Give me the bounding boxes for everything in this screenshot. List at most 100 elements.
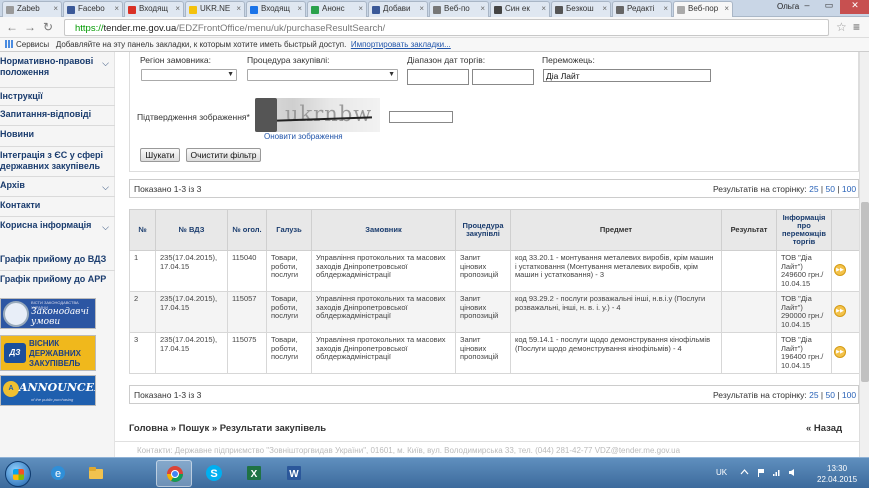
region-select[interactable]: ▼: [141, 69, 237, 81]
browser-tab[interactable]: Редакті ×: [612, 1, 672, 17]
forward-arrow-icon[interactable]: →: [24, 20, 36, 34]
taskbar-word[interactable]: W: [276, 460, 312, 487]
browser-tab[interactable]: Входящ ×: [124, 1, 184, 17]
sidebar-item[interactable]: Графік прийому до ВДЗ: [0, 254, 115, 265]
open-details-icon[interactable]: ▶▶: [834, 305, 846, 317]
browser-tab[interactable]: Facebo ×: [63, 1, 123, 17]
col-number[interactable]: №: [129, 209, 156, 251]
minimize-button[interactable]: –: [796, 0, 818, 14]
search-button[interactable]: Шукати: [140, 148, 180, 162]
clear-filter-button[interactable]: Очистити фільтр: [186, 148, 261, 162]
browser-menu-icon[interactable]: ≡: [853, 20, 860, 34]
tab-close-icon[interactable]: ×: [358, 4, 363, 13]
tab-close-icon[interactable]: ×: [236, 4, 241, 13]
date-from-input[interactable]: [407, 69, 469, 85]
flag-icon[interactable]: [756, 468, 765, 477]
tab-close-icon[interactable]: ×: [541, 4, 546, 13]
close-window-button[interactable]: ✕: [840, 0, 869, 14]
back-link[interactable]: « Назад: [806, 423, 842, 434]
system-clock[interactable]: 13:30 22.04.2015: [817, 463, 857, 485]
apps-link[interactable]: Сервисы: [16, 40, 49, 49]
captcha-input[interactable]: [389, 111, 453, 123]
tab-close-icon[interactable]: ×: [663, 4, 668, 13]
language-indicator[interactable]: UK: [716, 468, 727, 477]
tab-close-icon[interactable]: ×: [724, 4, 729, 13]
banner-visnyk[interactable]: ДЗ ВІСНИК ДЕРЖАВНИХ ЗАКУПІВЕЛЬ: [0, 335, 96, 371]
per-page-100[interactable]: 100: [842, 390, 856, 400]
taskbar-explorer[interactable]: [78, 460, 114, 487]
cell-action: ▶▶: [831, 291, 860, 333]
volume-icon[interactable]: [788, 468, 797, 477]
sidebar-item[interactable]: Запитання-відповіді: [0, 109, 115, 120]
banner-announcer[interactable]: A ANNOUNCER of the public purchasing: [0, 375, 96, 406]
url-input[interactable]: https://tender.me.gov.ua/EDZFrontOffice/…: [64, 19, 829, 36]
per-page-25[interactable]: 25: [809, 184, 818, 194]
sidebar-item[interactable]: Корисна інформація ⌵: [0, 220, 115, 232]
tray-expand-icon[interactable]: [740, 468, 749, 477]
col-subject[interactable]: Предмет: [510, 209, 722, 251]
taskbar-chrome[interactable]: [156, 460, 192, 487]
col-customer[interactable]: Замовник: [311, 209, 456, 251]
taskbar-skype[interactable]: S: [196, 460, 232, 487]
browser-tab[interactable]: UKR.NE ×: [185, 1, 245, 17]
sidebar-item[interactable]: Архів ⌵: [0, 180, 115, 192]
breadcrumb[interactable]: Головна » Пошук » Результати закупівель: [129, 423, 326, 434]
banner-vdz[interactable]: ВІСТИ ЗАКОНОДАВСТВА УКРАЇНИ Законодавчі у…: [0, 298, 96, 329]
sidebar-item[interactable]: Контакти: [0, 200, 115, 211]
col-procedure[interactable]: Процедура закупівлі: [455, 209, 511, 251]
per-page-100[interactable]: 100: [842, 184, 856, 194]
col-announcement[interactable]: № огол.: [227, 209, 267, 251]
start-button[interactable]: [5, 461, 31, 487]
date-to-input[interactable]: [472, 69, 534, 85]
browser-tab[interactable]: Добави ×: [368, 1, 428, 17]
per-page-50[interactable]: 50: [826, 390, 835, 400]
per-page-25[interactable]: 25: [809, 390, 818, 400]
page-scrollbar[interactable]: [859, 52, 869, 457]
tab-close-icon[interactable]: ×: [480, 4, 485, 13]
apps-grid-icon[interactable]: [5, 40, 13, 48]
browser-tab[interactable]: Веб-пор ×: [673, 1, 733, 17]
browser-tab[interactable]: Веб-по ×: [429, 1, 489, 17]
reload-icon[interactable]: ↻: [43, 20, 53, 34]
scroll-thumb[interactable]: [861, 202, 869, 382]
tab-close-icon[interactable]: ×: [419, 4, 424, 13]
taskbar-ie[interactable]: e: [40, 460, 76, 487]
browser-tab[interactable]: Безкош ×: [551, 1, 611, 17]
sidebar-item[interactable]: Інтеграція з ЄС у сфері державних закупі…: [0, 150, 115, 172]
procedure-select[interactable]: ▼: [247, 69, 398, 81]
open-details-icon[interactable]: ▶▶: [834, 264, 846, 276]
table-row[interactable]: 1 235(17.04.2015), 17.04.15 115040 Товари, …: [129, 250, 860, 292]
browser-tab[interactable]: Анонс ×: [307, 1, 367, 17]
import-bookmarks-link[interactable]: Импортировать закладки...: [351, 40, 451, 49]
per-page-50[interactable]: 50: [826, 184, 835, 194]
tab-close-icon[interactable]: ×: [175, 4, 180, 13]
back-arrow-icon[interactable]: ←: [6, 20, 18, 34]
open-details-icon[interactable]: ▶▶: [834, 346, 846, 358]
refresh-captcha-link[interactable]: Оновити зображення: [264, 132, 343, 141]
windows-taskbar: e S X W UK 13:30 22.04.2015: [0, 457, 869, 488]
sidebar-item[interactable]: Новини: [0, 129, 115, 140]
tab-close-icon[interactable]: ×: [602, 4, 607, 13]
taskbar-excel[interactable]: X: [236, 460, 272, 487]
sidebar-item[interactable]: Графік прийому до АРР: [0, 274, 115, 285]
sidebar-item[interactable]: Інструкції: [0, 91, 115, 102]
col-vdz[interactable]: № ВДЗ: [155, 209, 228, 251]
sidebar-item[interactable]: Нормативно-правові положення ⌵: [0, 56, 115, 78]
winner-input[interactable]: Діа Лайт: [543, 69, 711, 82]
tab-close-icon[interactable]: ×: [53, 4, 58, 13]
chevron-down-icon: ⌵: [102, 222, 109, 232]
tab-close-icon[interactable]: ×: [297, 4, 302, 13]
col-winner-info[interactable]: Інформація про переможців торгів: [776, 209, 832, 251]
bookmark-star-icon[interactable]: ☆: [836, 20, 847, 34]
browser-tab[interactable]: Zabeb ×: [2, 1, 62, 17]
browser-tab[interactable]: Син ек ×: [490, 1, 550, 17]
table-row[interactable]: 2 235(17.04.2015), 17.04.15 115057 Товари, …: [129, 291, 860, 333]
browser-tab[interactable]: Входящ ×: [246, 1, 306, 17]
network-icon[interactable]: [772, 468, 781, 477]
tab-close-icon[interactable]: ×: [114, 4, 119, 13]
table-row[interactable]: 3 235(17.04.2015), 17.04.15 115075 Товари, …: [129, 332, 860, 374]
col-industry[interactable]: Галузь: [266, 209, 312, 251]
tab-favicon-icon: [67, 6, 75, 14]
col-result[interactable]: Результат: [721, 209, 777, 251]
maximize-button[interactable]: ▭: [818, 0, 840, 14]
